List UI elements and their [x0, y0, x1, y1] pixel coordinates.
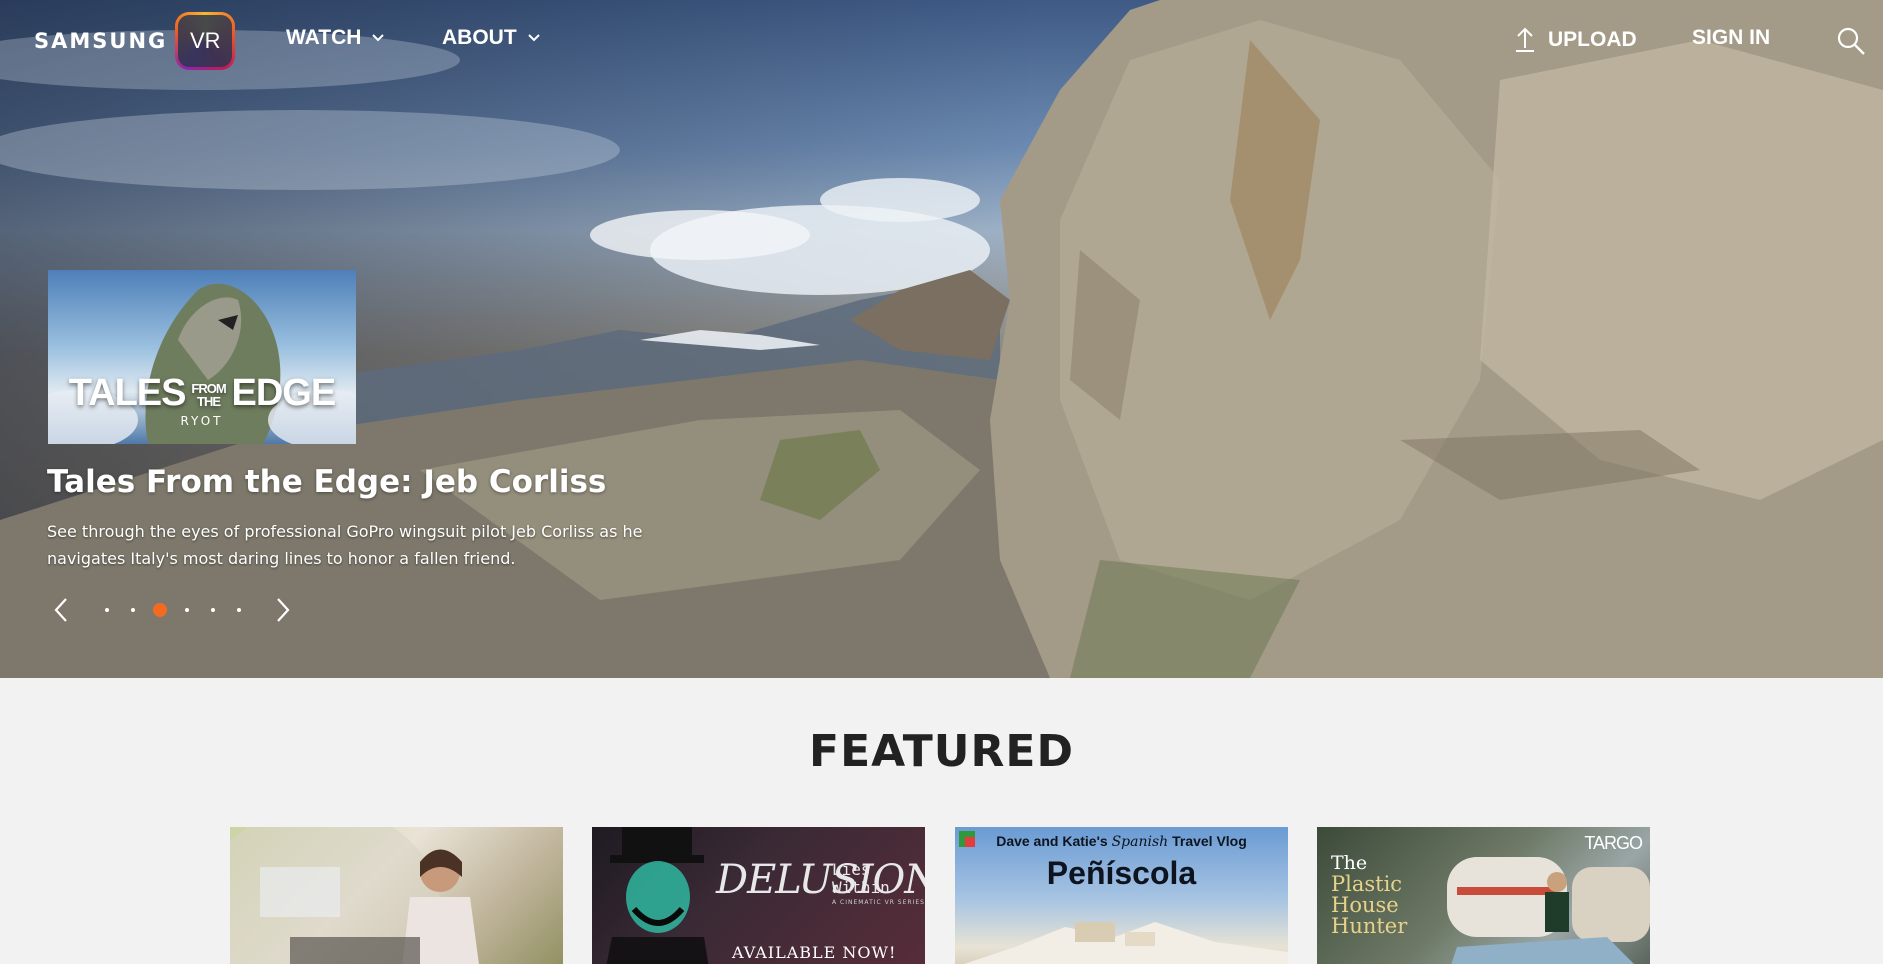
about-menu[interactable]: ABOUT	[442, 26, 541, 50]
carousel-dot[interactable]	[211, 608, 215, 612]
sign-in-label: SIGN IN	[1692, 26, 1771, 49]
search-icon[interactable]	[1836, 26, 1866, 56]
carousel-dot-active[interactable]	[153, 603, 167, 617]
watch-label: WATCH	[286, 26, 362, 49]
chevron-down-icon	[527, 34, 540, 42]
card-tagline: Dave and Katie's Spanish Travel Vlog	[996, 833, 1247, 850]
about-label: ABOUT	[442, 26, 517, 49]
vr-badge: VR	[175, 12, 236, 70]
card-title: Peñíscola	[1046, 855, 1197, 891]
top-navigation: SAMSUNG VR WATCH ABOUT UPLOAD SIGN IN	[0, 0, 1883, 80]
thumbnail-title: TALES FROM THE EDGE	[68, 372, 336, 414]
card-series: A CINEMATIC VR SERIES	[832, 899, 925, 906]
upload-icon	[1516, 27, 1534, 52]
samsung-vr-logo[interactable]: SAMSUNG VR	[34, 12, 236, 70]
vr-badge-label: VR	[178, 15, 233, 67]
featured-card[interactable]: TARGO The Plastic House Hunter	[1317, 827, 1650, 964]
featured-heading: FEATURED	[809, 726, 1074, 777]
featured-card[interactable]	[230, 827, 563, 964]
card-thumbnail	[230, 827, 479, 964]
featured-card[interactable]: DELUSION Lies Within A CINEMATIC VR SERI…	[592, 827, 925, 964]
carousel-dot[interactable]	[131, 608, 135, 612]
brand-wordmark: SAMSUNG	[34, 29, 168, 53]
chevron-left-icon[interactable]	[48, 594, 76, 626]
carousel-dot[interactable]	[185, 608, 189, 612]
upload-button[interactable]: UPLOAD	[1512, 26, 1637, 54]
hero-banner[interactable]: SAMSUNG VR WATCH ABOUT UPLOAD SIGN IN TA…	[0, 0, 1883, 678]
card-title: The Plastic House Hunter	[1331, 852, 1408, 938]
hero-title[interactable]: Tales From the Edge: Jeb Corliss	[47, 464, 606, 500]
thumbnail-subtitle: RYOT	[180, 414, 224, 428]
carousel-dot[interactable]	[237, 608, 241, 612]
featured-card[interactable]: Dave and Katie's Spanish Travel Vlog Peñ…	[955, 827, 1288, 964]
upload-label: UPLOAD	[1548, 28, 1637, 51]
carousel-dot[interactable]	[105, 608, 109, 612]
watch-menu[interactable]: WATCH	[286, 26, 385, 50]
hero-thumbnail[interactable]: TALES FROM THE EDGE RYOT	[48, 270, 356, 444]
card-subtitle: Lies Within	[832, 860, 890, 897]
carousel-dots	[94, 603, 252, 617]
card-brand: TARGO	[1584, 833, 1643, 853]
sign-in-link[interactable]: SIGN IN	[1692, 26, 1770, 50]
chevron-down-icon	[372, 34, 385, 42]
hero-description: See through the eyes of professional GoP…	[47, 522, 643, 568]
carousel-controls	[48, 594, 296, 626]
card-cta: AVAILABLE NOW!	[732, 943, 897, 962]
chevron-right-icon[interactable]	[268, 594, 296, 626]
